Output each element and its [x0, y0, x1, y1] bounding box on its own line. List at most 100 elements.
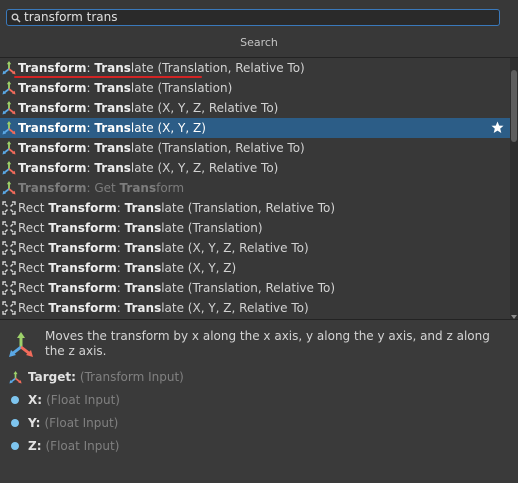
result-row[interactable]: Transform: Get Trans form	[0, 178, 510, 198]
result-label-prefix: Rect	[18, 301, 49, 315]
result-label-bold2: Trans	[94, 61, 131, 75]
result-label-bold1: Transform	[18, 61, 87, 75]
result-label: Rect Transform: Trans late (Translation, …	[18, 281, 335, 295]
param-type: (Float Input)	[46, 393, 120, 407]
transform-axes-icon	[2, 181, 16, 195]
result-row[interactable]: Transform: Trans late (Translation, Relat…	[0, 58, 510, 78]
rect-transform-icon	[2, 261, 16, 275]
result-label-colon: :	[116, 301, 125, 315]
result-label-colon: :	[86, 161, 95, 175]
result-label: Rect Transform: Trans late (X, Y, Z, Rela…	[18, 241, 309, 255]
result-label: Rect Transform: Trans late (X, Y, Z)	[18, 261, 236, 275]
result-label-bold2: Trans	[124, 221, 162, 235]
result-label-bold2: Trans	[94, 161, 131, 175]
transform-axes-icon	[2, 141, 16, 155]
search-input[interactable]	[22, 10, 499, 25]
result-label-rest: late (X, Y, Z, Relative To)	[161, 241, 309, 255]
result-label-prefix: Rect	[18, 241, 49, 255]
result-label-bold1: Transform	[48, 261, 117, 275]
result-label-rest: late (Translation, Relative To)	[130, 141, 305, 155]
result-label-rest: form	[156, 181, 185, 195]
param-row: Target: (Transform Input)	[8, 369, 184, 385]
result-label-colon: :	[116, 241, 125, 255]
result-label-colon: :	[86, 61, 95, 75]
transform-axes-icon	[2, 121, 16, 135]
result-row[interactable]: Transform: Trans late (Translation)	[0, 78, 510, 98]
result-label-bold2: Trans	[119, 181, 157, 195]
result-label-bold1: Transform	[18, 81, 87, 95]
param-name: Z:	[28, 439, 42, 453]
result-label-bold1: Transform	[48, 221, 117, 235]
param-type: (Float Input)	[45, 439, 120, 453]
result-label-rest: late (Translation, Relative To)	[161, 281, 336, 295]
panel-title: Search	[240, 36, 278, 49]
result-row[interactable]: Rect Transform: Trans late (X, Y, Z, Rela…	[0, 238, 510, 258]
param-row: X: (Float Input)	[8, 392, 120, 408]
result-label-bold1: Transform	[48, 201, 117, 215]
param-name: Target:	[28, 370, 76, 384]
result-label-bold1: Transform	[18, 101, 87, 115]
result-label-prefix: Rect	[18, 221, 49, 235]
results-list: Transform: Trans late (Translation, Relat…	[0, 58, 510, 318]
result-label-bold1: Transform	[18, 181, 87, 195]
float-dot-icon	[8, 416, 22, 430]
param-name: X:	[28, 393, 43, 407]
result-label-bold1: Transform	[18, 141, 87, 155]
param-type: (Float Input)	[44, 416, 119, 430]
rect-transform-icon	[2, 281, 16, 295]
result-label: Transform: Trans late (X, Y, Z)	[18, 121, 206, 135]
result-row[interactable]: Rect Transform: Trans late (Translation, …	[0, 198, 510, 218]
result-label: Transform: Get Trans form	[18, 181, 184, 195]
result-row-selected[interactable]: Transform: Trans late (X, Y, Z)	[0, 118, 510, 138]
result-label-rest: late (X, Y, Z)	[161, 261, 237, 275]
result-label-bold1: Transform	[48, 241, 117, 255]
param-row: Y: (Float Input)	[8, 415, 118, 431]
scrollbar-thumb[interactable]	[511, 70, 517, 142]
result-label-rest: late (X, Y, Z)	[130, 121, 206, 135]
rect-transform-icon	[2, 221, 16, 235]
result-label-prefix: Rect	[18, 281, 49, 295]
result-label-colon: :	[86, 141, 95, 155]
result-label-bold1: Transform	[48, 301, 117, 315]
search-bar[interactable]	[6, 9, 500, 26]
favorite-star-icon[interactable]	[491, 121, 504, 134]
result-row[interactable]: Transform: Trans late (Translation, Relat…	[0, 138, 510, 158]
result-label-rest: late (X, Y, Z, Relative To)	[161, 301, 309, 315]
result-label-colon: :	[86, 121, 95, 135]
result-label-bold2: Trans	[124, 241, 162, 255]
transform-axes-icon	[2, 81, 16, 95]
highlight-underline	[14, 76, 202, 78]
result-row[interactable]: Rect Transform: Trans late (X, Y, Z)	[0, 258, 510, 278]
result-label: Transform: Trans late (X, Y, Z, Relative …	[18, 101, 278, 115]
result-label: Rect Transform: Trans late (Translation, …	[18, 201, 335, 215]
results-scrollbar[interactable]	[510, 58, 518, 320]
result-row[interactable]: Rect Transform: Trans late (Translation, …	[0, 278, 510, 298]
result-row[interactable]: Transform: Trans late (X, Y, Z, Relative …	[0, 98, 510, 118]
transform-axes-icon	[2, 161, 16, 175]
rect-transform-icon	[2, 201, 16, 215]
details-panel: Moves the transform by x along the x axi…	[0, 320, 518, 483]
result-label-colon: :	[116, 221, 125, 235]
float-dot-icon	[8, 393, 22, 407]
result-label-rest: late (Translation)	[130, 81, 233, 95]
node-description: Moves the transform by x along the x axi…	[45, 329, 490, 358]
result-label-bold2: Trans	[124, 201, 162, 215]
transform-axes-icon	[8, 332, 34, 358]
rect-transform-icon	[2, 301, 16, 315]
result-label: Transform: Trans late (Translation, Relat…	[18, 141, 305, 155]
result-label: Transform: Trans late (Translation)	[18, 81, 232, 95]
result-label-colon: :	[86, 101, 95, 115]
result-row[interactable]: Rect Transform: Trans late (Translation)	[0, 218, 510, 238]
param-type: (Transform Input)	[79, 370, 184, 384]
result-label-colon: :	[116, 201, 125, 215]
result-label-colon: :	[116, 261, 125, 275]
result-row[interactable]: Transform: Trans late (X, Y, Z, Relative …	[0, 158, 510, 178]
result-row[interactable]: Rect Transform: Trans late (X, Y, Z, Rela…	[0, 298, 510, 318]
transform-axes-icon	[2, 61, 16, 75]
result-label: Rect Transform: Trans late (Translation)	[18, 221, 263, 235]
result-label-colon: :	[86, 81, 95, 95]
result-label-bold2: Trans	[124, 301, 162, 315]
result-label-bold1: Transform	[18, 161, 87, 175]
result-label-prefix: Rect	[18, 261, 49, 275]
result-label: Rect Transform: Trans late (X, Y, Z, Rela…	[18, 301, 309, 315]
